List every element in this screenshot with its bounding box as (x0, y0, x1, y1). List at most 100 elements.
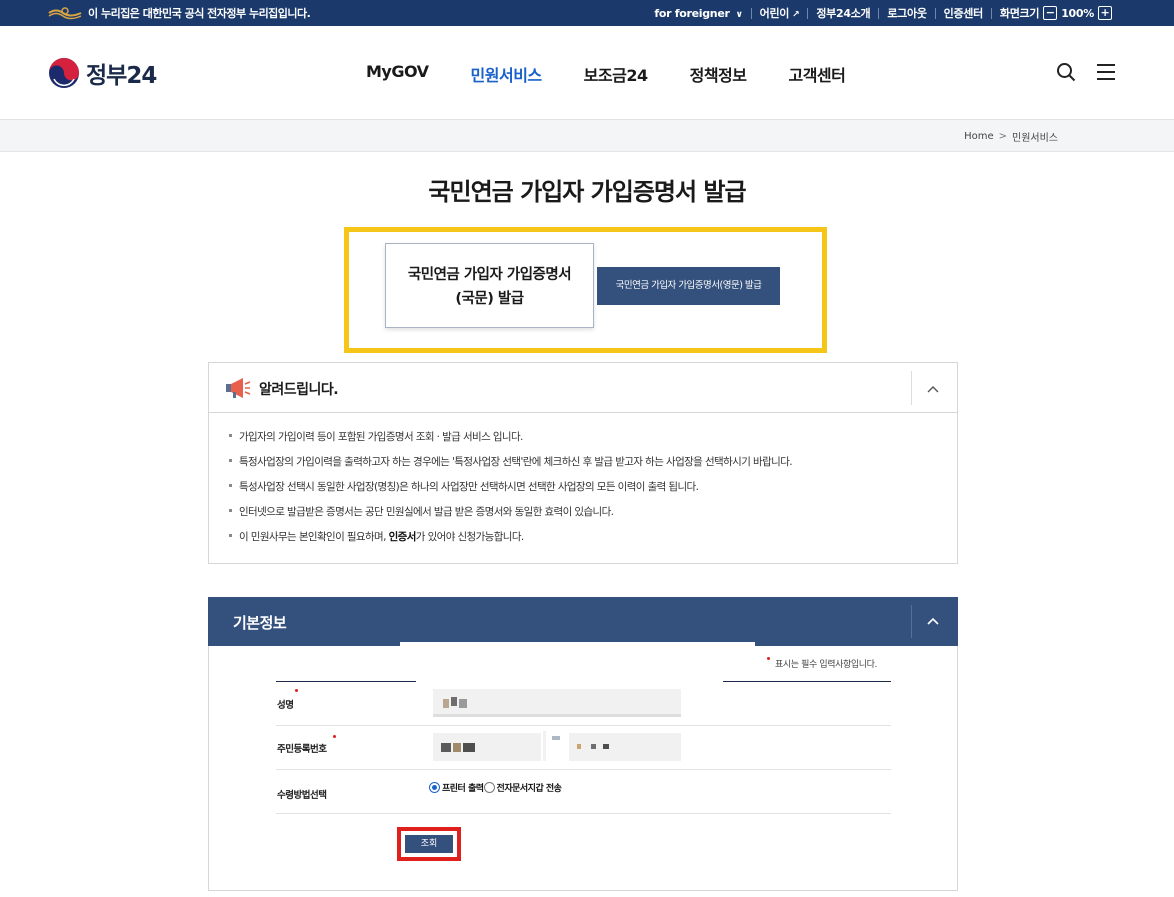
rrn-second-field[interactable] (569, 733, 681, 761)
page-title: 국민연금 가입자 가입증명서 발급 (428, 178, 746, 206)
logout-link[interactable]: 로그아웃 (887, 5, 927, 21)
official-site-mark-icon (48, 7, 82, 20)
masked-value (459, 699, 467, 708)
nav-mygov[interactable]: MyGOV (366, 62, 429, 86)
nav-policy-info[interactable]: 정책정보 (690, 62, 747, 86)
masked-value (591, 744, 596, 749)
nav-customer-center[interactable]: 고객센터 (788, 62, 845, 86)
chevron-down-icon: ∨ (735, 9, 743, 20)
basic-info-panel: 기본정보 표시는 필수 입력사항입니다. 성명 주민등록번호 수령방법선택 프린… (208, 597, 958, 891)
kids-link[interactable]: 어린이 ↗ (760, 5, 800, 21)
cert-center-link[interactable]: 인증센터 (944, 5, 984, 21)
printer-radio-label[interactable]: 프린터 출력 (442, 781, 484, 794)
notice-panel: 알려드립니다. 가입자의 가입이력 등이 포함된 가입증명서 조회 · 발급 서… (208, 362, 958, 564)
form-top-rule (723, 681, 891, 682)
divider (911, 605, 912, 638)
rrn-first-field[interactable] (433, 733, 541, 761)
basic-info-title: 기본정보 (233, 614, 287, 632)
receive-method-radios: 프린터 출력 전자문서지갑 전송 (429, 781, 562, 794)
wallet-radio[interactable] (483, 782, 495, 793)
gov-top-bar: 이 누리집은 대한민국 공식 전자정부 누리집입니다. for foreigne… (0, 0, 1174, 26)
search-button[interactable]: 조회 (405, 835, 453, 853)
form-top-rule (276, 681, 416, 682)
masked-value (453, 743, 461, 752)
required-marker (295, 689, 298, 692)
divider (807, 7, 809, 19)
breadcrumb-current[interactable]: 민원서비스 (1012, 129, 1058, 144)
chevron-up-icon[interactable] (923, 379, 943, 399)
notice-item-text: 이 민원사무는 본인확인이 필요하며, (239, 531, 389, 543)
nav-subsidy24[interactable]: 보조금24 (584, 62, 648, 86)
divider (750, 7, 752, 19)
basic-info-header: 기본정보 (208, 597, 958, 647)
notice-list: 가입자의 가입이력 등이 포함된 가입증명서 조회 · 발급 서비스 입니다. … (229, 429, 793, 554)
zoom-in-button[interactable]: + (1098, 6, 1112, 20)
menu-icon[interactable] (1096, 62, 1116, 82)
for-foreigner-link[interactable]: for foreigner ∨ (654, 6, 743, 20)
rrn-dash (552, 736, 560, 740)
about-link[interactable]: 정부24소개 (816, 5, 870, 21)
notice-title: 알려드립니다. (259, 382, 339, 398)
kids-label: 어린이 (759, 7, 790, 20)
required-note-text: 표시는 필수 입력사항입니다. (775, 660, 877, 670)
field-separator (543, 731, 546, 761)
zoom-value: 100% (1061, 6, 1094, 20)
brand-logo-link[interactable]: 정부24 (48, 56, 157, 90)
top-utility-links: for foreigner ∨ 어린이 ↗ 정부24소개 로그아웃 인증센터 화면크… (654, 5, 1116, 21)
header-notch (400, 642, 755, 647)
row-divider (276, 725, 891, 726)
main-navigation: MyGOV 민원서비스 보조금24 정책정보 고객센터 (366, 62, 887, 86)
korean-certificate-label-line1: 국민연금 가입자 가입증명서 (407, 267, 572, 283)
brand-name: 정부24 (86, 63, 157, 89)
printer-radio[interactable] (429, 782, 440, 793)
notice-panel-header: 알려드립니다. (209, 363, 957, 413)
masked-value (463, 743, 475, 752)
masked-value (603, 744, 609, 749)
divider (911, 371, 912, 405)
search-button-highlight: 조회 (397, 827, 461, 861)
notice-item: 특정사업장의 가입이력을 출력하고자 하는 경우에는 '특정사업장 선택'란에 … (229, 454, 793, 479)
notice-item: 특성사업장 선택시 동일한 사업장(명칭)은 하나의 사업장만 선택하시면 선택… (229, 479, 792, 504)
official-site-notice: 이 누리집은 대한민국 공식 전자정부 누리집입니다. (88, 7, 311, 20)
government-emblem-icon (49, 58, 79, 88)
notice-item: 인터넷으로 발급받은 증명서는 공단 민원실에서 발급 받은 증명서와 동일한 … (229, 504, 792, 529)
screen-size-label: 화면크기 (999, 7, 1040, 20)
masked-value (443, 699, 449, 708)
divider (990, 7, 992, 19)
required-note: 표시는 필수 입력사항입니다. (767, 657, 877, 670)
masked-value (577, 744, 581, 749)
zoom-out-button[interactable]: − (1043, 6, 1058, 20)
nav-civil-services[interactable]: 민원서비스 (471, 62, 543, 86)
breadcrumb-bar: Home > 민원서비스 (0, 120, 1174, 152)
megaphone-icon (226, 378, 251, 398)
notice-item: 가입자의 가입이력 등이 포함된 가입증명서 조회 · 발급 서비스 입니다. (229, 429, 792, 454)
search-icon[interactable] (1056, 62, 1076, 82)
korean-certificate-button[interactable]: 국민연금 가입자 가입증명서 (국문) 발급 (385, 243, 594, 328)
notice-item-emphasis: 인증서 (388, 531, 417, 543)
notice-item: 이 민원사무는 본인확인이 필요하며, 인증서가 있어야 신청가능합니다. (229, 529, 792, 554)
receive-label: 수령방법선택 (277, 790, 327, 801)
breadcrumb-separator: > (998, 131, 1007, 142)
wallet-radio-label[interactable]: 전자문서지갑 전송 (497, 781, 562, 794)
korean-certificate-label-line2: (국문) 발급 (455, 291, 524, 307)
site-header: 정부24 MyGOV 민원서비스 보조금24 정책정보 고객센터 (0, 26, 1174, 120)
row-divider (276, 769, 891, 770)
english-certificate-button[interactable]: 국민연금 가입자 가입증명서(영문) 발급 (597, 267, 780, 305)
certificate-language-choice: 국민연금 가입자 가입증명서 (국문) 발급 국민연금 가입자 가입증명서(영문… (344, 227, 827, 353)
breadcrumb-home[interactable]: Home (964, 131, 994, 142)
rrn-label-wrap: 주민등록번호 (277, 735, 336, 755)
header-utilities (1036, 62, 1116, 82)
masked-value (451, 697, 457, 706)
rrn-label: 주민등록번호 (277, 744, 327, 755)
notice-item-text: 가 있어야 신청가능합니다. (415, 531, 524, 543)
for-foreigner-label: for foreigner (654, 6, 730, 20)
external-link-icon: ↗ (792, 10, 800, 20)
masked-value (441, 743, 451, 752)
required-marker (767, 657, 770, 660)
name-field[interactable] (433, 689, 681, 717)
name-label: 성명 (277, 700, 294, 711)
row-divider (276, 813, 891, 814)
breadcrumb: Home > 민원서비스 (964, 129, 1058, 144)
chevron-up-icon[interactable] (923, 611, 943, 631)
divider (934, 7, 936, 19)
